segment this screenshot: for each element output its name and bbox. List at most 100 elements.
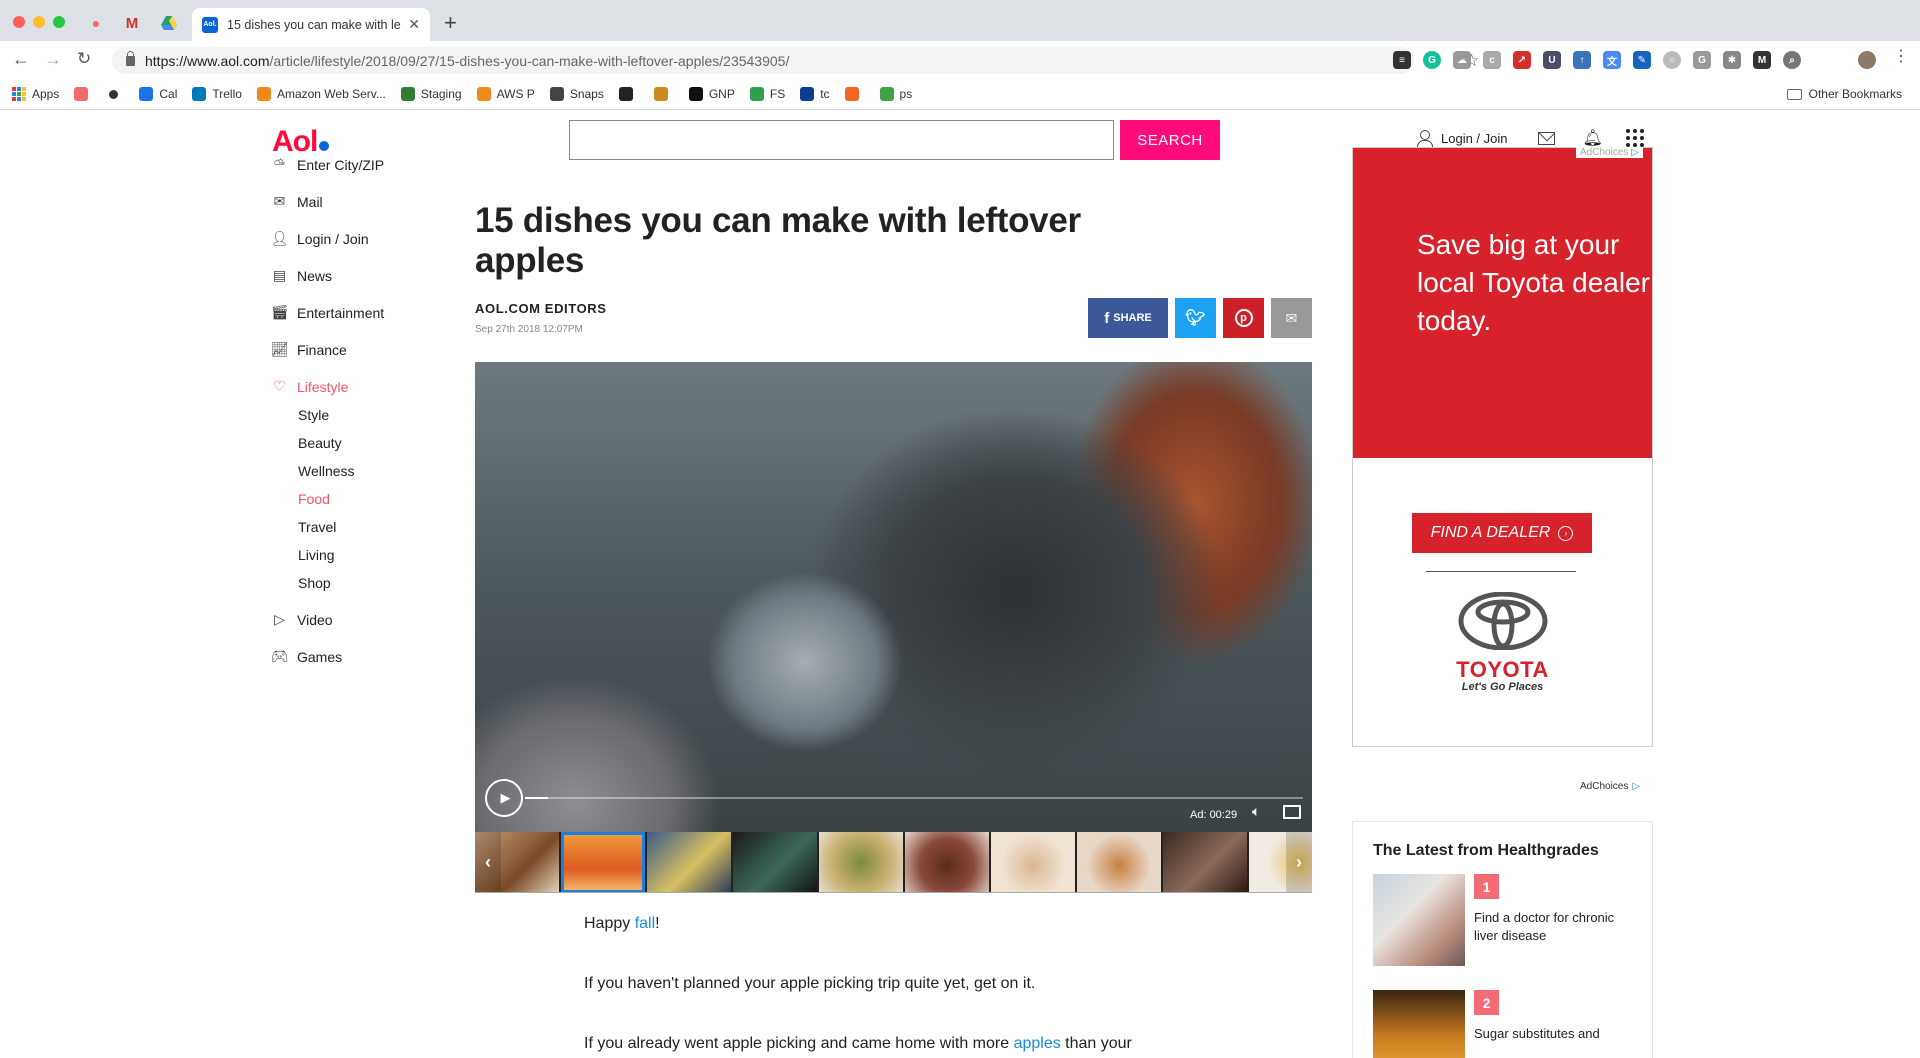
circle-ext-icon[interactable]: ○: [1663, 51, 1681, 69]
close-window-button[interactable]: [13, 16, 25, 28]
adchoices-icon: ▷: [1628, 147, 1639, 158]
search-input[interactable]: [569, 120, 1114, 160]
healthgrades-item[interactable]: 1 Find a doctor for chronic liver diseas…: [1373, 874, 1652, 966]
twitter-share-button[interactable]: 🐦︎: [1175, 298, 1216, 338]
buffer-icon[interactable]: ≡: [1393, 51, 1411, 69]
nav-item-enter-city-zip[interactable]: ⛅︎ Enter City/ZIP: [271, 146, 451, 183]
login-link[interactable]: Login / Join: [1441, 131, 1508, 146]
cloud-icon[interactable]: ☁: [1453, 51, 1471, 69]
play-icon[interactable]: ▶: [485, 779, 523, 817]
video-thumbnail[interactable]: [561, 832, 645, 892]
nav-item-news[interactable]: ▤ News: [271, 257, 451, 294]
video-thumbnail[interactable]: [647, 832, 731, 892]
submenu-item-shop[interactable]: Shop: [298, 569, 451, 597]
toyota-ad[interactable]: Save big at your local Toyota dealer tod…: [1352, 147, 1653, 747]
fall-link[interactable]: fall: [635, 915, 655, 932]
close-icon[interactable]: ✕: [408, 16, 420, 33]
facebook-share-button[interactable]: f SHARE: [1088, 298, 1168, 338]
video-thumbnail[interactable]: [1163, 832, 1247, 892]
profile-avatar[interactable]: [1858, 51, 1876, 69]
m-ext-icon[interactable]: M: [1753, 51, 1771, 69]
nav-item-entertainment[interactable]: 🎬︎ Entertainment: [271, 294, 451, 331]
thumbnail-next-arrow-icon[interactable]: ›: [1286, 832, 1312, 892]
bookmark-item[interactable]: AWS P: [476, 87, 535, 101]
shield-icon[interactable]: U: [1543, 51, 1561, 69]
pinned-tab-drive[interactable]: [158, 12, 180, 34]
g-ext-icon[interactable]: G: [1693, 51, 1711, 69]
bookmark-item[interactable]: FS: [749, 87, 785, 101]
thumbnail-prev-arrow-icon[interactable]: ‹: [475, 832, 501, 892]
video-thumbnail[interactable]: [991, 832, 1075, 892]
bookmark-item[interactable]: [653, 87, 674, 101]
arrow-ext-icon[interactable]: ↗: [1513, 51, 1531, 69]
reload-button[interactable]: ↻: [77, 50, 91, 67]
minimize-window-button[interactable]: [33, 16, 45, 28]
nav-item-games[interactable]: 🎮︎ Games: [271, 638, 451, 675]
video-thumbnail[interactable]: [733, 832, 817, 892]
address-bar[interactable]: https://www.aol.com/article/lifestyle/20…: [112, 47, 1479, 74]
healthgrades-item[interactable]: 2 Sugar substitutes and: [1373, 990, 1652, 1058]
pinterest-share-button[interactable]: p: [1223, 298, 1264, 338]
apples-link[interactable]: apples: [1014, 1035, 1061, 1052]
email-share-button[interactable]: ✉: [1271, 298, 1312, 338]
grammarly-icon[interactable]: G: [1423, 51, 1441, 69]
video-player[interactable]: ▶ Ad: 00:29 🔈︎: [475, 362, 1312, 832]
find-dealer-button[interactable]: FIND A DEALER ›: [1412, 513, 1592, 553]
bookmark-item[interactable]: ps: [879, 87, 912, 101]
apps-menu-icon[interactable]: [1625, 129, 1644, 147]
bookmark-item[interactable]: Staging: [400, 87, 462, 101]
puzzle-icon[interactable]: ✱: [1723, 51, 1741, 69]
browser-menu-icon[interactable]: ⋮: [1893, 49, 1909, 65]
search-button[interactable]: SEARCH: [1120, 120, 1220, 160]
cookie-icon[interactable]: c: [1483, 51, 1501, 69]
pinned-tab-gmail[interactable]: M: [121, 12, 143, 34]
bell-icon[interactable]: 🔔︎: [1583, 128, 1603, 148]
bookmark-item[interactable]: Amazon Web Serv...: [256, 87, 386, 101]
bookmark-item[interactable]: [74, 87, 94, 101]
bookmark-item[interactable]: [109, 89, 124, 99]
nav-item-login-join[interactable]: 👤︎ Login / Join: [271, 220, 451, 257]
bookmark-item[interactable]: [844, 87, 865, 101]
nav-item-finance[interactable]: 📈︎ Finance: [271, 331, 451, 368]
video-thumbnail[interactable]: [819, 832, 903, 892]
video-thumbnail[interactable]: [905, 832, 989, 892]
fullscreen-icon[interactable]: [1283, 805, 1301, 819]
bookmark-item[interactable]: GNP: [688, 87, 735, 101]
forward-button[interactable]: →: [44, 50, 62, 68]
bookmark-item[interactable]: Cal: [139, 87, 177, 101]
bookmark-item[interactable]: Apps: [12, 87, 59, 101]
upload-ext-icon[interactable]: ↑: [1573, 51, 1591, 69]
progress-bar[interactable]: [525, 797, 1303, 799]
submenu-item-beauty[interactable]: Beauty: [298, 429, 451, 457]
new-tab-button[interactable]: +: [444, 12, 457, 34]
magnifier-ext-icon[interactable]: ⌕: [1783, 51, 1801, 69]
submenu-item-style[interactable]: Style: [298, 401, 451, 429]
video-thumbnail[interactable]: [1077, 832, 1161, 892]
other-bookmarks[interactable]: Other Bookmarks: [1786, 87, 1902, 101]
submenu-item-wellness[interactable]: Wellness: [298, 457, 451, 485]
back-button[interactable]: ←: [12, 50, 30, 68]
submenu-item-food[interactable]: Food: [298, 485, 451, 513]
bookmark-item[interactable]: Trello: [192, 87, 242, 101]
tab-aol-article[interactable]: Aol. 15 dishes you can make with le ✕: [192, 8, 430, 41]
nav-item-lifestyle[interactable]: ♡ Lifestyle: [271, 368, 451, 405]
article-author[interactable]: AOL.COM EDITORS: [475, 301, 607, 316]
adchoices-badge-top[interactable]: AdChoices ▷: [1576, 147, 1643, 158]
submenu-item-travel[interactable]: Travel: [298, 513, 451, 541]
translate-icon[interactable]: 文: [1603, 51, 1621, 69]
feather-icon[interactable]: ✎: [1633, 51, 1651, 69]
volume-icon[interactable]: 🔈︎: [1252, 803, 1260, 820]
nav-item-video[interactable]: ▷ Video: [271, 601, 451, 638]
bookmark-item[interactable]: Snaps: [549, 87, 604, 101]
adchoices-link[interactable]: AdChoices ▷: [1580, 781, 1640, 792]
mail-icon[interactable]: [1537, 131, 1555, 145]
bookmark-item[interactable]: [618, 87, 639, 101]
maximize-window-button[interactable]: [53, 16, 65, 28]
healthgrades-item-text: Sugar substitutes and: [1474, 1026, 1600, 1041]
nav-item-mail[interactable]: ✉ Mail: [271, 183, 451, 220]
bookmark-item[interactable]: tc: [800, 87, 830, 101]
healthgrades-module: The Latest from Healthgrades 1 Find a do…: [1352, 821, 1653, 1058]
submenu-item-living[interactable]: Living: [298, 541, 451, 569]
pinned-tab-asana[interactable]: ●: [85, 12, 107, 34]
user-icon[interactable]: [1416, 129, 1433, 148]
